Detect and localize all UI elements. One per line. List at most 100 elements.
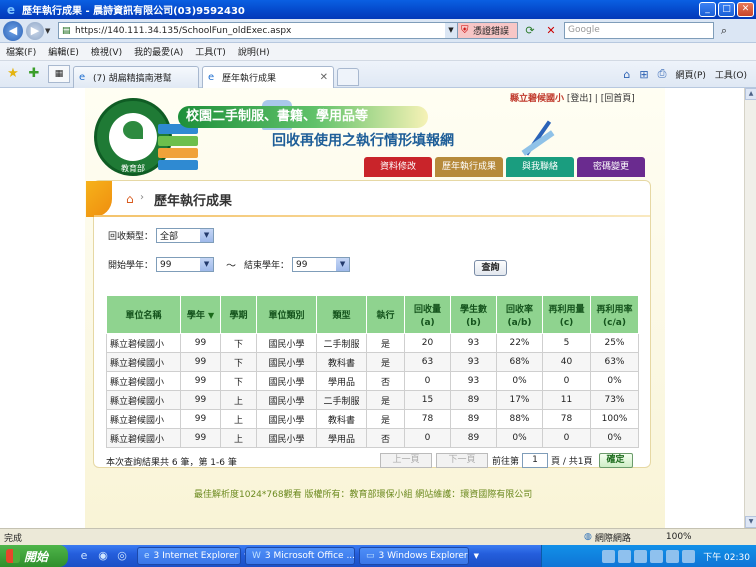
col-year-label: 學年 <box>186 311 205 321</box>
address-dropdown-icon[interactable]: ▼ <box>445 23 457 38</box>
tray-icon[interactable] <box>618 549 632 563</box>
task-microsoft-office[interactable]: W 3 Microsoft Office ... ▼ <box>245 547 366 565</box>
search-icon[interactable]: ⌕ <box>716 22 732 39</box>
cell-year: 99 <box>180 371 221 391</box>
maximize-button[interactable]: □ <box>718 2 735 17</box>
query-button[interactable]: 查詢 <box>474 260 507 276</box>
tray-icon[interactable] <box>634 549 648 563</box>
col-executed[interactable]: 執行 <box>366 295 405 334</box>
col-reuse-rate[interactable]: 再利用率 (c/a) <box>590 295 639 334</box>
stop-icon[interactable]: ✕ <box>542 22 560 39</box>
feeds-icon[interactable]: ⊞ <box>639 68 648 81</box>
table-row: 縣立碧候國小 99 上 國民小學 學用品 否 0 89 0% 0 0% <box>106 428 639 448</box>
nav-edit-data[interactable]: 資料修改 <box>364 157 432 177</box>
cell-recycle-qty: 78 <box>404 409 451 429</box>
cell-students: 93 <box>450 371 497 391</box>
cell-reuse-rate: 0% <box>590 371 639 391</box>
refresh-icon[interactable]: ⟳ <box>521 22 539 39</box>
ie-favicon-icon: e <box>208 71 215 83</box>
cell-unit-name: 縣立碧候國小 <box>106 352 181 372</box>
page-icon: ▤ <box>62 25 71 36</box>
logout-link[interactable]: [登出] <box>567 94 592 104</box>
minimize-button[interactable]: _ <box>699 2 716 17</box>
close-tab-icon[interactable]: ✕ <box>320 72 328 83</box>
tools-menu[interactable]: 工具(O) <box>715 68 747 81</box>
goto-confirm-button[interactable]: 確定 <box>598 453 633 468</box>
panel-header: ⌂ › 歷年執行成果 <box>86 181 650 217</box>
menu-file[interactable]: 檔案(F) <box>6 45 36 58</box>
leaf-icon <box>123 121 143 139</box>
back-button[interactable]: ◀ <box>3 20 23 41</box>
forward-button[interactable]: ▶ <box>26 21 44 40</box>
category-value: 全部 <box>160 232 179 242</box>
tray-icon[interactable] <box>682 549 696 563</box>
tray-icon[interactable] <box>602 549 616 563</box>
col-unit-type[interactable]: 單位類別 <box>256 295 317 334</box>
cell-year: 99 <box>180 390 221 410</box>
col-unit-name[interactable]: 單位名稱 <box>106 295 181 334</box>
cell-semester: 上 <box>220 390 257 410</box>
tab-1[interactable]: e (7) 胡扁精搞南港幫 <box>73 65 199 88</box>
scroll-down-icon[interactable]: ▼ <box>745 516 756 528</box>
col-recycle-rate[interactable]: 回收率 (a/b) <box>496 295 543 334</box>
start-button[interactable]: 開始 <box>0 545 68 567</box>
end-year-select[interactable]: 99 ▼ <box>292 257 351 272</box>
address-field[interactable]: ▤ https://140.111.34.135/SchoolFun_oldEx… <box>58 22 458 39</box>
cell-year: 99 <box>180 333 221 353</box>
tray-icon[interactable] <box>650 549 664 563</box>
page-menu[interactable]: 網頁(P) <box>675 68 705 81</box>
prev-page-button[interactable]: 上一頁 <box>380 453 432 468</box>
certificate-error-button[interactable]: ⛨ 憑證錯誤 <box>458 22 518 39</box>
task-windows-explorer[interactable]: ▭ 3 Windows Explorer ▼ <box>359 547 479 565</box>
zoom-level[interactable]: 100% <box>666 532 692 542</box>
results-table: 單位名稱 學年 ▼ 學期 單位類別 類型 執行 回收量 (a) 學生數 (b) 回收… <box>106 295 639 448</box>
menu-help[interactable]: 說明(H) <box>238 45 270 58</box>
favorites-star-icon[interactable]: ★ <box>5 66 21 82</box>
cell-category: 學用品 <box>316 371 367 391</box>
cell-semester: 下 <box>220 333 257 353</box>
close-window-button[interactable]: ✕ <box>737 2 754 17</box>
scroll-up-icon[interactable]: ▲ <box>745 88 756 100</box>
vertical-scrollbar[interactable]: ▲ ▼ <box>744 88 756 528</box>
page-number-input[interactable]: 1 <box>522 453 549 468</box>
col-students[interactable]: 學生數 (b) <box>450 295 497 334</box>
menu-tools[interactable]: 工具(T) <box>195 45 226 58</box>
end-year-label: 結束學年： <box>244 261 290 271</box>
site-title-line2: 回收再使用之執行情形填報網 <box>272 133 454 149</box>
category-select[interactable]: 全部 ▼ <box>156 228 215 243</box>
media-player-icon[interactable]: ◉ <box>95 548 111 564</box>
next-page-button[interactable]: 下一頁 <box>436 453 488 468</box>
col-reuse-qty[interactable]: 再利用量 (c) <box>542 295 591 334</box>
col-semester[interactable]: 學期 <box>220 295 257 334</box>
add-favorite-icon[interactable]: ✚ <box>26 66 42 82</box>
col-category[interactable]: 類型 <box>316 295 367 334</box>
task-internet-explorer[interactable]: e 3 Internet Explorer ▼ <box>137 547 250 565</box>
history-dropdown-icon[interactable]: ▼ <box>45 27 54 35</box>
col-reuse-rate-label: 再利用率 <box>596 304 633 315</box>
quick-tabs-icon[interactable]: ▦ <box>48 65 70 83</box>
menu-edit[interactable]: 編輯(E) <box>48 45 79 58</box>
tray-icon[interactable] <box>666 549 680 563</box>
firefox-icon[interactable]: ◎ <box>114 548 130 564</box>
home-link[interactable]: [回首頁] <box>601 94 635 104</box>
cell-recycle-rate: 17% <box>496 390 543 410</box>
home-icon[interactable]: ⌂ <box>623 68 630 81</box>
search-input[interactable]: Google <box>564 22 714 39</box>
col-recycle-qty[interactable]: 回收量 (a) <box>404 295 451 334</box>
nav-contact[interactable]: 與我聯絡 <box>506 157 574 177</box>
menu-view[interactable]: 檢視(V) <box>91 45 122 58</box>
nav-change-password[interactable]: 密碼變更 <box>577 157 645 177</box>
windows-flag-icon <box>6 549 20 563</box>
tab-2-active[interactable]: e 歷年執行成果 ✕ <box>202 65 334 88</box>
site-title-line1: 校園二手制服、書籍、學用品等 <box>178 106 428 128</box>
start-year-select[interactable]: 99 ▼ <box>156 257 215 272</box>
col-year[interactable]: 學年 ▼ <box>180 295 221 334</box>
print-icon[interactable]: ⎙ <box>658 67 667 81</box>
new-tab-button[interactable] <box>337 67 359 86</box>
start-label: 開始 <box>24 549 49 564</box>
col-students-sub: (b) <box>466 317 481 328</box>
cell-reuse-qty: 40 <box>542 352 591 372</box>
menu-favorites[interactable]: 我的最愛(A) <box>134 45 183 58</box>
nav-past-results[interactable]: 歷年執行成果 <box>435 157 503 177</box>
ie-quicklaunch-icon[interactable]: e <box>76 548 92 564</box>
